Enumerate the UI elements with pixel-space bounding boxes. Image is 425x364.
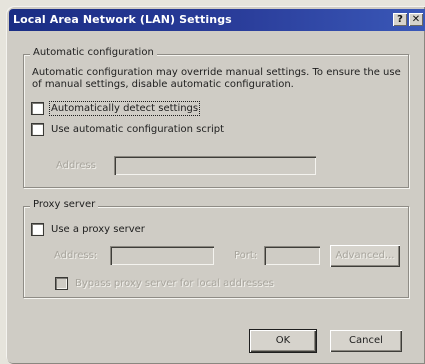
proxy-port-label: Port: — [234, 250, 258, 261]
advanced-button[interactable]: Advanced... — [330, 245, 400, 267]
bypass-local-checkbox[interactable] — [56, 277, 67, 289]
script-address-input[interactable] — [114, 156, 316, 175]
automatic-configuration-label: Automatic configuration — [30, 47, 157, 58]
ok-button[interactable]: OK — [249, 329, 317, 353]
bypass-local-row[interactable]: Bypass proxy server for local addresses — [56, 276, 274, 290]
use-proxy-label[interactable]: Use a proxy server — [51, 224, 145, 235]
proxy-address-label: Address: — [54, 250, 98, 261]
dialog-title: Local Area Network (LAN) Settings — [13, 13, 232, 26]
lan-settings-dialog: Local Area Network (LAN) Settings ? ✕ Au… — [6, 6, 425, 364]
close-icon[interactable]: ✕ — [409, 13, 423, 26]
auto-detect-label[interactable]: Automatically detect settings — [48, 100, 201, 116]
title-bar[interactable]: Local Area Network (LAN) Settings ? ✕ — [9, 9, 425, 31]
auto-detect-checkbox[interactable] — [32, 102, 43, 114]
auto-config-script-row[interactable]: Use automatic configuration script — [32, 122, 224, 136]
use-proxy-row[interactable]: Use a proxy server — [32, 222, 145, 236]
automatic-configuration-description: Automatic configuration may override man… — [32, 67, 401, 90]
help-button[interactable]: ? — [393, 13, 407, 26]
auto-config-script-label[interactable]: Use automatic configuration script — [51, 124, 224, 135]
proxy-server-group: Proxy server Use a proxy server Address:… — [23, 199, 409, 298]
proxy-address-input[interactable] — [110, 246, 214, 265]
auto-detect-row[interactable]: Automatically detect settings — [32, 100, 201, 116]
script-address-label: Address — [56, 160, 96, 171]
automatic-configuration-group: Automatic configuration Automatic config… — [23, 47, 409, 188]
proxy-server-label: Proxy server — [30, 199, 99, 210]
bypass-local-label[interactable]: Bypass proxy server for local addresses — [75, 278, 274, 289]
proxy-port-input[interactable] — [264, 246, 320, 265]
use-proxy-checkbox[interactable] — [32, 223, 43, 235]
auto-config-script-checkbox[interactable] — [32, 123, 43, 135]
cancel-button[interactable]: Cancel — [330, 330, 402, 352]
